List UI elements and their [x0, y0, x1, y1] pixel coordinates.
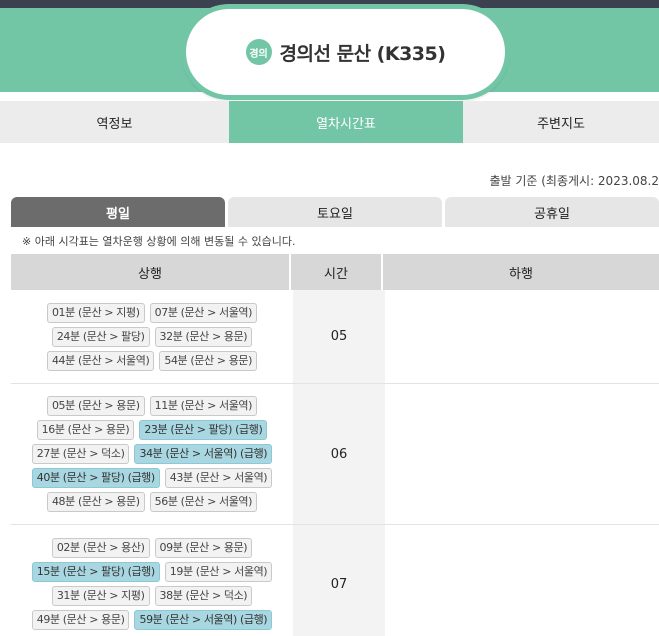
chip-row: 48분 (문산 > 용문) 56분 (문산 > 서울역) [46, 492, 258, 512]
train-chip[interactable]: 02분 (문산 > 용산) [51, 538, 150, 558]
down-trains-cell [385, 525, 659, 636]
table-row: 01분 (문산 > 지평) 07분 (문산 > 서울역) 24분 (문산 > 팔… [11, 290, 659, 384]
train-chip[interactable]: 27분 (문산 > 덕소) [31, 444, 130, 464]
tab-weekday[interactable]: 평일 [11, 197, 225, 227]
express-train-chip[interactable]: 34분 (문산 > 서울역) (급행) [134, 444, 273, 464]
train-chip[interactable]: 05분 (문산 > 용문) [46, 396, 145, 416]
chip-row: 49분 (문산 > 용문) 59분 (문산 > 서울역) (급행) [31, 610, 273, 630]
express-train-chip[interactable]: 59분 (문산 > 서울역) (급행) [134, 610, 273, 630]
hour-cell: 07 [293, 525, 385, 636]
train-chip[interactable]: 48분 (문산 > 용문) [46, 492, 145, 512]
up-trains-cell: 02분 (문산 > 용산) 09분 (문산 > 용문) 15분 (문산 > 팔당… [11, 525, 293, 636]
train-chip[interactable]: 56분 (문산 > 서울역) [149, 492, 258, 512]
express-train-chip[interactable]: 40분 (문산 > 팔당) (급행) [31, 468, 160, 488]
chip-row: 40분 (문산 > 팔당) (급행) 43분 (문산 > 서울역) [31, 468, 273, 488]
chip-row: 16분 (문산 > 용문) 23분 (문산 > 팔당) (급행) [36, 420, 268, 440]
header-up: 상행 [11, 254, 291, 290]
day-tabs: 평일 토요일 공휴일 [11, 197, 659, 227]
train-chip[interactable]: 24분 (문산 > 팔당) [51, 326, 150, 347]
chip-row: 15분 (문산 > 팔당) (급행) 19분 (문산 > 서울역) [31, 562, 273, 582]
train-chip[interactable]: 11분 (문산 > 서울역) [149, 396, 258, 416]
train-chip[interactable]: 07분 (문산 > 서울역) [149, 302, 258, 323]
chip-row: 24분 (문산 > 팔당) 32분 (문산 > 용문) [51, 326, 253, 347]
express-train-chip[interactable]: 15분 (문산 > 팔당) (급행) [31, 562, 160, 582]
timetable-basis-text: 출발 기준 (최종게시: 2023.08.2 [489, 174, 659, 188]
timetable: 상행 시간 하행 01분 (문산 > 지평) 07분 (문산 > 서울역) 24… [11, 254, 659, 636]
hour-cell: 05 [293, 290, 385, 383]
train-chip[interactable]: 01분 (문산 > 지평) [46, 302, 145, 323]
station-title-pill: 경의 경의선 문산 (K335) [181, 4, 510, 100]
tab-nearby-map[interactable]: 주변지도 [463, 101, 659, 143]
train-chip[interactable]: 31분 (문산 > 지평) [51, 586, 150, 606]
down-trains-cell [385, 290, 659, 383]
train-chip[interactable]: 54분 (문산 > 용문) [159, 350, 258, 371]
express-train-chip[interactable]: 23분 (문산 > 팔당) (급행) [139, 420, 268, 440]
train-chip[interactable]: 09분 (문산 > 용문) [154, 538, 253, 558]
chip-row: 01분 (문산 > 지평) 07분 (문산 > 서울역) [46, 302, 258, 323]
tab-saturday[interactable]: 토요일 [228, 197, 442, 227]
header-down: 하행 [509, 266, 533, 282]
notice-text: ※ 아래 시각표는 열차운행 상황에 의해 변동될 수 있습니다. [22, 235, 296, 248]
train-chip[interactable]: 38분 (문산 > 덕소) [154, 586, 253, 606]
train-chip[interactable]: 16분 (문산 > 용문) [36, 420, 135, 440]
chip-row: 31분 (문산 > 지평) 38분 (문산 > 덕소) [51, 586, 253, 606]
chip-row: 05분 (문산 > 용문) 11분 (문산 > 서울역) [46, 396, 258, 416]
up-trains-cell: 01분 (문산 > 지평) 07분 (문산 > 서울역) 24분 (문산 > 팔… [11, 290, 293, 383]
table-row: 05분 (문산 > 용문) 11분 (문산 > 서울역) 16분 (문산 > 용… [11, 384, 659, 525]
main-tabs: 역정보 열차시간표 주변지도 [0, 101, 659, 143]
train-chip[interactable]: 44분 (문산 > 서울역) [46, 350, 155, 371]
up-trains-cell: 05분 (문산 > 용문) 11분 (문산 > 서울역) 16분 (문산 > 용… [11, 384, 293, 524]
timetable-header: 상행 시간 하행 [11, 254, 659, 290]
down-trains-cell [385, 384, 659, 524]
hour-cell: 06 [293, 384, 385, 524]
chip-row: 27분 (문산 > 덕소) 34분 (문산 > 서울역) (급행) [31, 444, 273, 464]
line-badge-icon: 경의 [245, 39, 272, 65]
tab-holiday[interactable]: 공휴일 [445, 197, 659, 227]
train-chip[interactable]: 32분 (문산 > 용문) [154, 326, 253, 347]
chip-row: 44분 (문산 > 서울역) 54분 (문산 > 용문) [46, 350, 258, 371]
page-title: 경의선 문산 (K335) [279, 42, 446, 65]
header-time: 시간 [291, 254, 383, 290]
train-chip[interactable]: 19분 (문산 > 서울역) [164, 562, 273, 582]
train-chip[interactable]: 49분 (문산 > 용문) [31, 610, 130, 630]
train-chip[interactable]: 43분 (문산 > 서울역) [164, 468, 273, 488]
chip-row: 02분 (문산 > 용산) 09분 (문산 > 용문) [51, 538, 253, 558]
table-row: 02분 (문산 > 용산) 09분 (문산 > 용문) 15분 (문산 > 팔당… [11, 525, 659, 636]
tab-station-info[interactable]: 역정보 [0, 101, 229, 143]
tab-timetable[interactable]: 열차시간표 [229, 101, 463, 143]
